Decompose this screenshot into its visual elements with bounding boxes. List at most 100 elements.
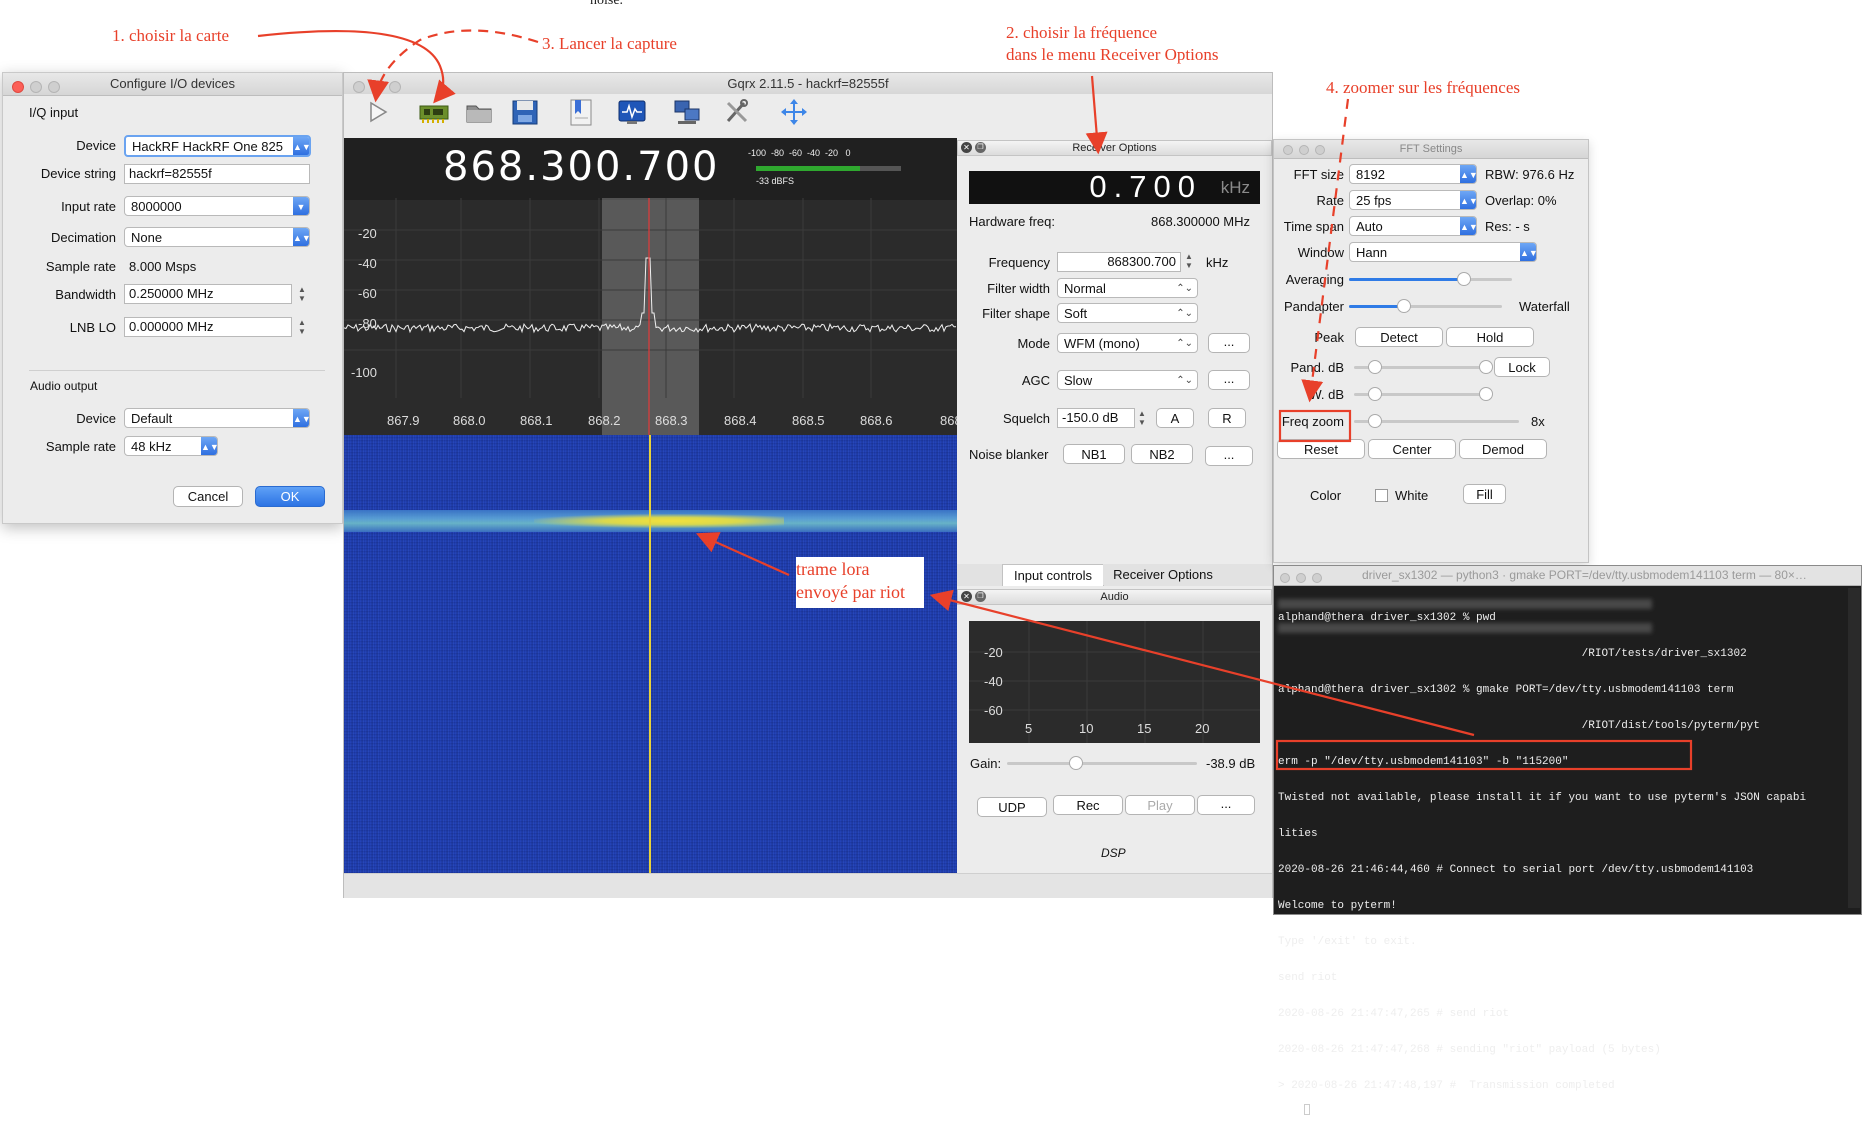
fft-size-select[interactable]: 8192 ▲▼ xyxy=(1349,164,1477,184)
audio-fft-plot[interactable]: -20 -40 -60 5 10 15 20 xyxy=(969,621,1260,743)
peak-hold-button[interactable]: Hold xyxy=(1446,327,1534,347)
filter-width-select[interactable]: Normal ⌃⌄ xyxy=(1057,278,1198,298)
reset-button[interactable]: Reset xyxy=(1277,439,1365,459)
lnb-lo-stepper[interactable]: ▲ ▼ xyxy=(297,318,307,336)
audio-sample-rate-select[interactable]: 48 kHz ▲▼ xyxy=(124,436,218,456)
audio-device-select[interactable]: Default ▲▼ xyxy=(124,408,310,428)
spectrum-plot[interactable]: 868.300.700 -100 -80 -60 -40 -20 0 -33 d… xyxy=(344,138,973,435)
agc-options-button[interactable]: ... xyxy=(1208,370,1250,390)
wf-db-min-knob[interactable] xyxy=(1368,387,1382,401)
frequency-input[interactable]: 868300.700 xyxy=(1057,252,1181,272)
bookmark-icon[interactable] xyxy=(566,97,596,127)
input-rate-select[interactable]: 8000000 ▼ xyxy=(124,196,310,216)
demod-button[interactable]: Demod xyxy=(1459,439,1547,459)
pandapter-waterfall-slider[interactable] xyxy=(1349,299,1502,313)
close-icon[interactable]: ✕ xyxy=(961,142,972,153)
play-icon[interactable] xyxy=(363,97,393,127)
folder-icon[interactable] xyxy=(464,97,494,127)
lock-button[interactable]: Lock xyxy=(1494,357,1550,377)
agc-select[interactable]: Slow ⌃⌄ xyxy=(1057,370,1198,390)
udp-button[interactable]: UDP xyxy=(977,797,1047,817)
overlap-value: Overlap: 0% xyxy=(1485,193,1557,208)
minimize-icon[interactable] xyxy=(1299,145,1309,155)
device-value: HackRF HackRF One 825 xyxy=(132,139,283,154)
device-string-input[interactable]: hackrf=82555f xyxy=(124,164,310,184)
scope-icon[interactable] xyxy=(617,97,647,127)
pandapter-slider-knob[interactable] xyxy=(1397,299,1412,313)
ok-button[interactable]: OK xyxy=(255,486,325,507)
close-icon[interactable] xyxy=(1280,573,1290,583)
zoom-icon[interactable] xyxy=(1315,145,1325,155)
terminal-output[interactable]: alphand@thera driver_sx1302 % pwd /RIOT/… xyxy=(1278,588,1853,1131)
center-frequency[interactable]: 868.300.700 xyxy=(443,144,719,190)
white-checkbox[interactable] xyxy=(1375,489,1388,502)
mode-select[interactable]: WFM (mono) ⌃⌄ xyxy=(1057,333,1198,353)
pand-db-range-slider[interactable] xyxy=(1354,360,1493,374)
decimation-label: Decimation xyxy=(50,230,116,245)
freq-zoom-slider[interactable] xyxy=(1354,414,1519,428)
freq-zoom-slider-knob[interactable] xyxy=(1367,414,1382,428)
peak-detect-button[interactable]: Detect xyxy=(1355,327,1443,347)
bandwidth-input[interactable]: 0.250000 MHz xyxy=(124,284,292,304)
fft-rate-select[interactable]: 25 fps ▲▼ xyxy=(1349,190,1477,210)
center-button[interactable]: Center xyxy=(1368,439,1456,459)
nb2-button[interactable]: NB2 xyxy=(1131,444,1193,464)
close-icon[interactable] xyxy=(12,81,24,93)
zoom-icon[interactable] xyxy=(389,81,401,93)
float-icon[interactable]: ❐ xyxy=(975,142,986,153)
averaging-slider-knob[interactable] xyxy=(1456,272,1471,286)
time-span-select[interactable]: Auto ▲▼ xyxy=(1349,216,1477,236)
play-button[interactable]: Play xyxy=(1125,795,1195,815)
waterfall[interactable] xyxy=(344,435,957,873)
squelch-input[interactable]: -150.0 dB xyxy=(1057,408,1135,428)
nb-options-button[interactable]: ... xyxy=(1205,446,1253,466)
wf-db-max-knob[interactable] xyxy=(1479,387,1493,401)
gain-slider[interactable] xyxy=(1007,756,1197,770)
audio-sample-rate-label: Sample rate xyxy=(45,439,116,454)
zoom-icon[interactable] xyxy=(48,81,60,93)
fullscreen-icon[interactable] xyxy=(779,97,809,127)
chevron-updown-icon: ⌃⌄ xyxy=(1176,375,1193,386)
bandwidth-stepper[interactable]: ▲ ▼ xyxy=(297,285,307,303)
device-select[interactable]: HackRF HackRF One 825 ▲▼ xyxy=(124,135,311,157)
pand-db-max-knob[interactable] xyxy=(1479,360,1493,374)
save-icon[interactable] xyxy=(510,97,540,127)
filter-shape-select[interactable]: Soft ⌃⌄ xyxy=(1057,303,1198,323)
audio-y-tick: -20 xyxy=(984,645,1003,660)
squelch-auto-button[interactable]: A xyxy=(1156,408,1194,428)
terminal-scrollbar[interactable] xyxy=(1848,588,1860,908)
gain-slider-knob[interactable] xyxy=(1068,756,1083,770)
close-icon[interactable] xyxy=(1283,145,1293,155)
squelch-stepper[interactable]: ▲ ▼ xyxy=(1137,409,1147,427)
window-select[interactable]: Hann ▲▼ xyxy=(1349,242,1537,262)
pand-db-min-knob[interactable] xyxy=(1368,360,1382,374)
minimize-icon[interactable] xyxy=(371,81,383,93)
cancel-button[interactable]: Cancel xyxy=(173,486,243,507)
signal-meter-scale: -100 -80 -60 -40 -20 0 xyxy=(748,148,851,158)
fill-button[interactable]: Fill xyxy=(1463,484,1506,504)
audio-options-button[interactable]: ... xyxy=(1197,795,1255,815)
minimize-icon[interactable] xyxy=(30,81,42,93)
nb1-button[interactable]: NB1 xyxy=(1063,444,1125,464)
lnb-lo-input[interactable]: 0.000000 MHz xyxy=(124,317,292,337)
close-icon[interactable]: ✕ xyxy=(961,591,972,602)
decimation-select[interactable]: None ▲▼ xyxy=(124,227,310,247)
close-icon[interactable] xyxy=(353,81,365,93)
wf-db-range-slider[interactable] xyxy=(1354,387,1493,401)
tab-input-controls[interactable]: Input controls xyxy=(1002,564,1104,586)
hardware-icon[interactable] xyxy=(418,97,450,127)
network-icon[interactable] xyxy=(672,97,702,127)
squelch-reset-button[interactable]: R xyxy=(1208,408,1246,428)
frequency-stepper[interactable]: ▲ ▼ xyxy=(1184,252,1194,270)
zoom-icon[interactable] xyxy=(1312,573,1322,583)
minimize-icon[interactable] xyxy=(1296,573,1306,583)
offset-display[interactable]: 0.700 kHz xyxy=(969,169,1260,204)
noise-blanker-label: Noise blanker xyxy=(969,447,1049,462)
rec-button[interactable]: Rec xyxy=(1053,795,1123,815)
tab-receiver-options[interactable]: Receiver Options xyxy=(1103,564,1223,585)
float-icon[interactable]: ❐ xyxy=(975,591,986,602)
tools-icon[interactable] xyxy=(722,97,752,127)
averaging-slider[interactable] xyxy=(1349,272,1512,286)
mode-options-button[interactable]: ... xyxy=(1208,333,1250,353)
window-label: Window xyxy=(1297,245,1344,260)
